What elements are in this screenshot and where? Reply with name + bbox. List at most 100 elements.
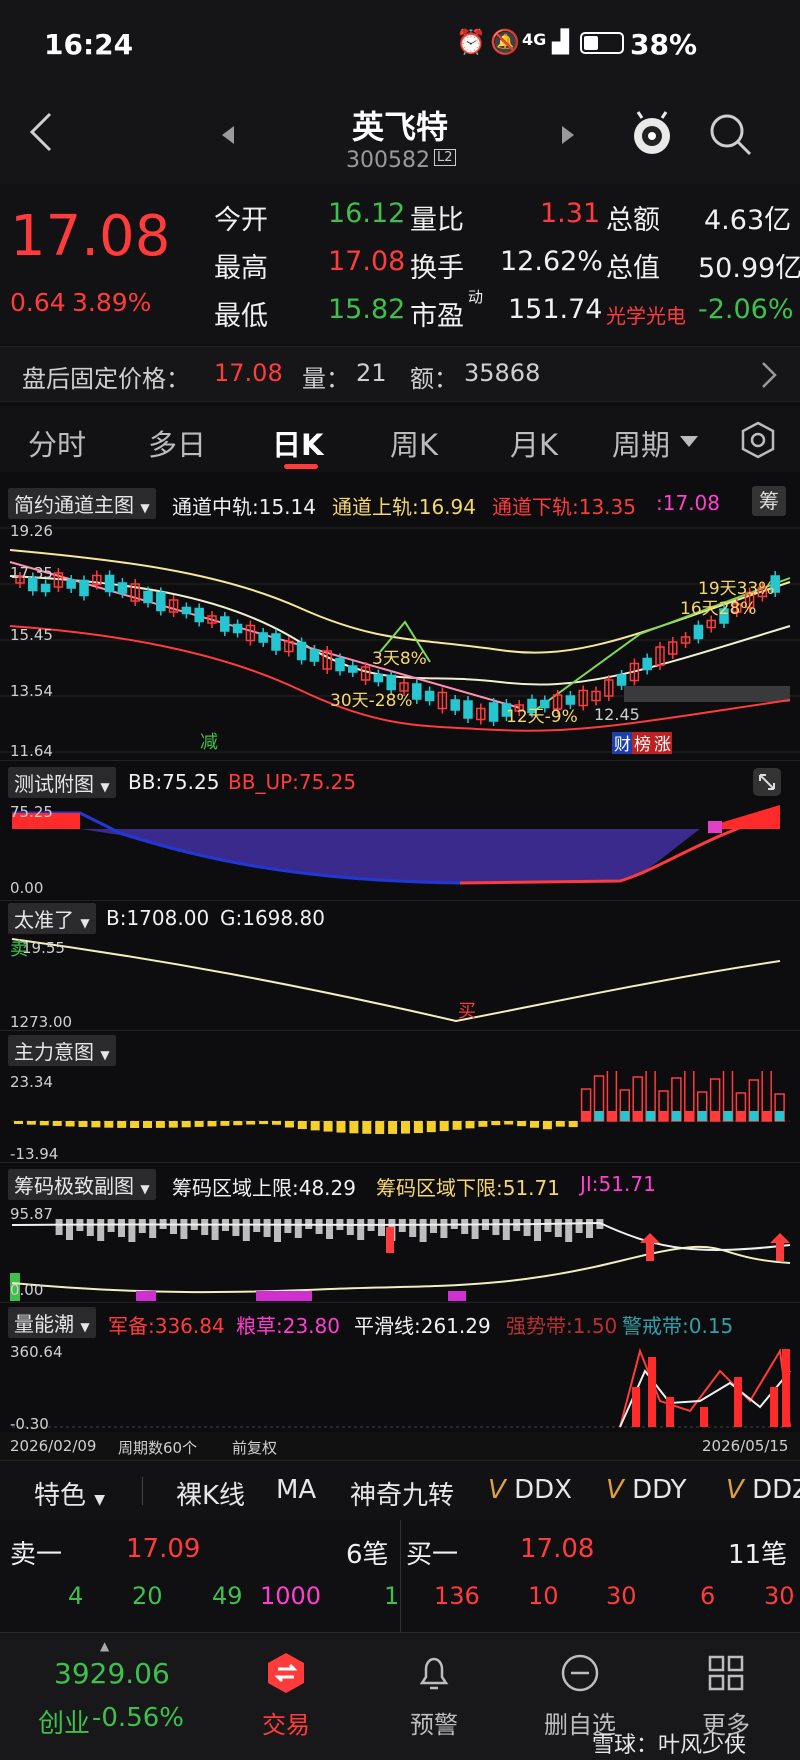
tool-ma[interactable]: MA — [276, 1475, 316, 1505]
cm-bar-magenta — [448, 1291, 466, 1301]
channel-upper: 通道上轨:16.94 — [332, 495, 476, 519]
zl-bar — [349, 1121, 359, 1134]
cm-bar — [461, 1219, 469, 1234]
bid-trade: 10 — [528, 1582, 559, 1610]
candle-body — [373, 673, 384, 683]
candle-body — [412, 683, 422, 700]
tool-ddz[interactable]: V DDZ — [726, 1475, 800, 1505]
lnc-jb: 军备:336.84 — [108, 1314, 225, 1338]
zl-bar — [65, 1121, 75, 1127]
price-adjust[interactable]: 前复权 — [232, 1437, 277, 1458]
zl-bar-core — [594, 1111, 604, 1121]
expand-icon[interactable] — [752, 767, 782, 797]
status-bar: 16:24 ⏰ 🔕 4G ▟ 38% — [0, 0, 800, 96]
battery-label: 38% — [630, 28, 698, 61]
tab-period[interactable]: 周期 — [612, 422, 670, 464]
caret-up-icon: ▲ — [100, 1639, 110, 1653]
back-icon[interactable] — [26, 110, 56, 154]
zl-bar — [207, 1121, 217, 1127]
bb-indicator-label: 测试附图 — [14, 772, 94, 796]
zl-indicator-select[interactable]: 主力意图 ▼ — [8, 1035, 116, 1066]
period-count: 周期数60个 — [118, 1439, 198, 1457]
bid-trade: 136 — [434, 1582, 480, 1610]
bb-indicator-select[interactable]: 测试附图 ▼ — [8, 767, 116, 798]
after-hours-vol-label: 量： — [302, 365, 350, 393]
sector-label[interactable]: 光学光电 — [606, 300, 686, 329]
zl-bar — [104, 1121, 114, 1128]
divider — [142, 1477, 143, 1505]
search-icon[interactable] — [708, 112, 754, 158]
cm-bar-red — [386, 1227, 394, 1253]
prev-stock-icon[interactable] — [222, 126, 236, 144]
tool-nine-turn[interactable]: 神奇九转 — [350, 1475, 454, 1512]
cm-bar — [242, 1219, 250, 1241]
tzl-indicator-select[interactable]: 太准了 ▼ — [8, 903, 96, 934]
cm-bar — [471, 1219, 479, 1239]
bb-chart-svg — [12, 805, 781, 885]
tab-weekly-k[interactable]: 周K — [390, 422, 438, 464]
zl-bar — [78, 1121, 88, 1127]
caret-down-icon: ▼ — [94, 1492, 106, 1508]
cm-y-bottom: 0.00 — [10, 1281, 44, 1299]
open-label: 今开 — [214, 205, 268, 236]
caret-down-icon: ▼ — [100, 780, 110, 794]
nav-alert[interactable]: 预警 — [374, 1651, 494, 1740]
zl-bar-core — [581, 1111, 591, 1121]
zl-bar-core — [620, 1111, 630, 1121]
tool-naked-k[interactable]: 裸K线 — [176, 1475, 245, 1512]
caret-down-icon: ▼ — [140, 501, 150, 515]
tool-ddx[interactable]: V DDX — [488, 1475, 572, 1505]
bid-trade: 30 — [606, 1582, 637, 1610]
zl-bar — [14, 1121, 23, 1124]
mascot-icon[interactable] — [628, 110, 676, 158]
tab-multiday[interactable]: 多日 — [148, 422, 206, 464]
vip-icon: V — [606, 1475, 624, 1505]
main-chart-svg[interactable]: 19天33% 16天28% 3天8% 30天-28% 12天-9% 12.45 … — [0, 522, 800, 760]
main-chart-panel: 简约通道主图 ▼ 通道中轨:15.14 通道上轨:16.94 通道下轨:13.3… — [0, 476, 800, 760]
nav-trade[interactable]: 交易 — [226, 1651, 346, 1740]
candle-body — [156, 591, 166, 612]
candle-body — [271, 633, 281, 651]
ask-trade: 20 — [132, 1582, 163, 1610]
zl-bar — [284, 1121, 294, 1128]
ask1-price: 17.09 — [126, 1534, 201, 1564]
tzl-indicator-label: 太准了 — [14, 908, 74, 932]
index-value[interactable]: 3929.06 — [54, 1657, 170, 1690]
annotation-12d: 12天-9% — [506, 707, 578, 727]
cm-bar-magenta — [136, 1291, 156, 1301]
cm-bar — [315, 1219, 323, 1234]
ddx-label: DDX — [514, 1475, 572, 1505]
annotation-30d: 30天-28% — [330, 691, 413, 711]
chip-button[interactable]: 筹 — [752, 486, 786, 516]
channel-mid: 通道中轨:15.14 — [172, 495, 316, 519]
after-hours-bar[interactable]: 盘后固定价格： 17.08 量： 21 额： 35868 — [0, 346, 800, 402]
alarm-icon: ⏰ — [456, 28, 486, 56]
tab-daily-k[interactable]: 日K — [272, 422, 323, 464]
cm-bar-magenta — [256, 1291, 312, 1301]
zl-bar-core — [762, 1111, 772, 1121]
y-label: 13.54 — [10, 682, 53, 700]
tab-intraday[interactable]: 分时 — [28, 422, 86, 464]
tool-ddy[interactable]: V DDY — [606, 1475, 687, 1505]
cm-bar — [211, 1219, 219, 1240]
bb-up-value: BB_UP:75.25 — [228, 770, 357, 794]
cm-bar — [492, 1219, 500, 1235]
annotation-16d: 16天28% — [680, 599, 756, 619]
signal-icon: ▟ — [552, 30, 569, 55]
cm-indicator-select[interactable]: 筹码极致副图 ▼ — [8, 1169, 156, 1200]
settings-hexagon-icon[interactable] — [738, 420, 778, 460]
next-stock-icon[interactable] — [560, 126, 574, 144]
feature-dropdown[interactable]: 特色 ▼ — [34, 1475, 105, 1512]
candle-body — [79, 579, 89, 597]
cm-bar — [523, 1219, 531, 1236]
main-force-panel: 主力意图 ▼ 23.34 -13.94 — [0, 1030, 800, 1163]
cm-line — [11, 1245, 791, 1294]
zl-bar — [181, 1121, 191, 1128]
index-name[interactable]: 创业 — [38, 1703, 90, 1740]
cm-bar — [180, 1219, 188, 1239]
tzl-chart-svg — [11, 938, 781, 1023]
tab-monthly-k[interactable]: 月K — [510, 422, 558, 464]
lnc-indicator-select[interactable]: 量能潮 ▼ — [8, 1307, 96, 1338]
main-indicator-select[interactable]: 简约通道主图 ▼ — [8, 488, 156, 519]
lnc-lc: 粮草:23.80 — [236, 1314, 340, 1338]
